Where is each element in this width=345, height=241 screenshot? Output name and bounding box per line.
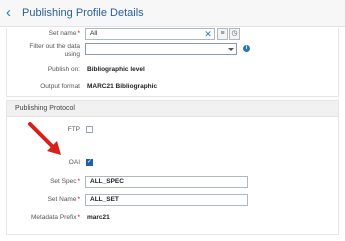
oai-label: OAI [68,159,80,166]
chevron-left-icon[interactable]: ‹ [6,5,18,20]
publish-on-label: Publish on: [47,66,80,73]
filter-label: Filter out the data using [29,43,80,58]
history-icon[interactable]: ◷ [229,28,240,40]
set-name-input[interactable]: All [85,28,215,40]
ftp-checkbox[interactable] [86,126,93,133]
metadata-prefix-label: Metadata Prefix* [30,214,80,221]
clear-icon[interactable]: ✕ [203,28,213,40]
output-format-label: Output format [40,83,80,90]
set-name-value: All [90,30,98,37]
chevron-down-icon [228,48,234,51]
filter-select[interactable] [85,43,237,55]
set-spec-input[interactable]: ALL_SPEC [85,176,248,188]
output-format-value: MARC21 Bibliographic [87,83,158,90]
set-name-protocol-input[interactable]: ALL_SET [85,194,248,206]
general-section: Set name* All ✕ ≡ ◷ Filter out the data u… [6,28,339,97]
list-icon[interactable]: ≡ [217,28,228,40]
set-name-protocol-label: Set Name* [47,196,80,203]
red-arrow-annotation [28,122,61,155]
set-name-protocol-value: ALL_SET [90,196,119,203]
set-name-label: Set name* [48,30,80,37]
set-spec-value: ALL_SPEC [90,178,124,185]
set-spec-label: Set Spec* [50,178,80,185]
metadata-prefix-value: marc21 [87,214,110,221]
publish-on-value: Bibliographic level [87,66,145,73]
page-header: ‹ Publishing Profile Details [0,0,345,27]
section-header: Publishing Protocol [7,101,338,117]
oai-checkbox[interactable]: ✓ [86,159,93,166]
section-title: Publishing Protocol [15,105,75,112]
page-title: Publishing Profile Details [22,7,144,19]
info-icon[interactable]: i [243,45,250,52]
